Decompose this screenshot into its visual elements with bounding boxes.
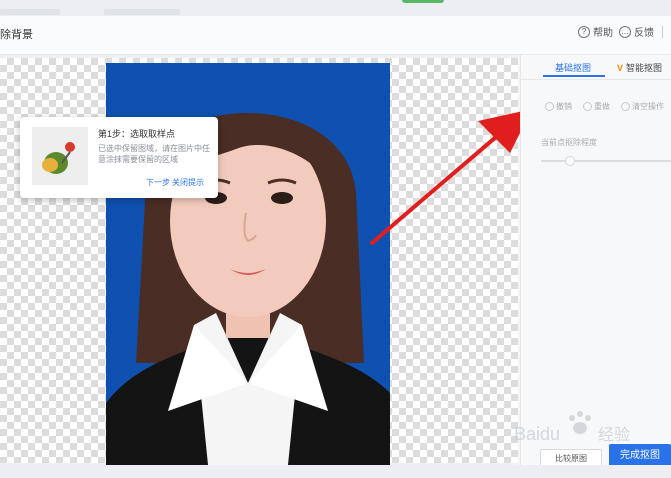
tooltip-illustration — [32, 127, 88, 185]
watermark-suffix: 经验 — [598, 425, 630, 444]
redo-button[interactable]: 重做 — [583, 101, 610, 112]
tab-basic-cutout[interactable]: 基础抠图 — [555, 61, 591, 74]
baidu-watermark-logo: Baidu 经验 — [514, 411, 630, 444]
top-strip-indicator — [402, 0, 444, 3]
watermark-brand: Baidu — [514, 424, 560, 444]
top-strip-segment — [104, 9, 180, 15]
toolbar-divider — [662, 26, 663, 38]
bottom-strip — [0, 465, 671, 478]
tooltip-next-link[interactable]: 下一步 — [146, 177, 170, 188]
feedback-icon: … — [619, 25, 631, 38]
canvas-area[interactable]: 第1步：选取取样点 已选中保留图域，请在图片中任意涂抹需要保留的区域 下一步 关… — [0, 55, 532, 465]
undo-button[interactable]: 撤销 — [545, 101, 572, 112]
redo-label: 重做 — [594, 102, 610, 111]
redo-icon — [583, 102, 592, 111]
window-titlebar: 除背景 ? 帮助 … 反馈 — [0, 16, 671, 55]
onboarding-tooltip: 第1步：选取取样点 已选中保留图域，请在图片中任意涂抹需要保留的区域 下一步 关… — [20, 117, 218, 198]
clear-label: 清空操作 — [632, 102, 664, 111]
undo-icon — [545, 102, 554, 111]
tooltip-close-link[interactable]: 关闭提示 — [172, 177, 204, 188]
tooltip-description: 已选中保留图域，请在图片中任意涂抹需要保留的区域 — [98, 144, 210, 164]
tab-smart-cutout-label: 智能抠图 — [626, 63, 663, 73]
feedback-label: 反馈 — [634, 28, 654, 39]
active-tab-indicator — [543, 75, 605, 77]
window-title: 除背景 — [0, 29, 33, 41]
clear-icon — [621, 102, 630, 111]
feedback-button[interactable]: … 反馈 — [619, 24, 654, 39]
help-icon: ? — [578, 25, 590, 38]
help-button[interactable]: ? 帮助 — [578, 24, 613, 39]
vip-badge-icon: V — [617, 62, 624, 73]
slider-handle[interactable] — [564, 156, 575, 166]
top-strip-segment — [0, 9, 60, 15]
tooltip-title: 第1步：选取取样点 — [98, 129, 176, 139]
browser-top-strip — [0, 0, 671, 16]
right-panel: 基础抠图 V 智能抠图 撤销 重做 清空操作 当前点抠除程度 — [520, 55, 671, 465]
tab-divider — [521, 79, 671, 80]
clear-button[interactable]: 清空操作 — [621, 101, 664, 112]
slider-label: 当前点抠除程度 — [541, 138, 597, 147]
help-label: 帮助 — [593, 28, 613, 39]
erase-strength-slider[interactable] — [541, 160, 671, 162]
tab-smart-cutout[interactable]: V 智能抠图 — [617, 61, 662, 74]
undo-label: 撤销 — [556, 102, 572, 111]
